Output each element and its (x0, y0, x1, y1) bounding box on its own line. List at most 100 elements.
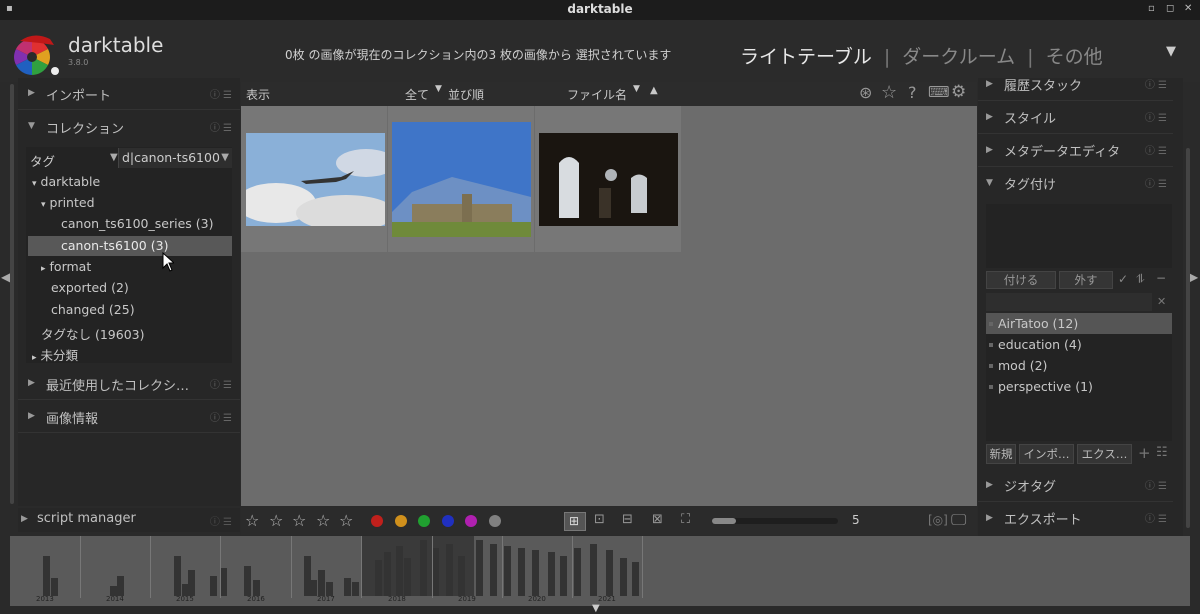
overlay-star-icon[interactable]: ☆ (881, 82, 897, 103)
filter-dropdown-icon[interactable]: ▼ (435, 84, 442, 94)
zoomable-layout-icon[interactable]: ⊡ (594, 512, 605, 527)
tag-item[interactable]: perspective (1) (986, 376, 1172, 397)
collection-query-field[interactable]: d|canon-ts6100 ▼ (118, 148, 232, 168)
minimize-icon[interactable]: ▫ (1148, 3, 1155, 14)
module-geotagging[interactable]: ▶ ジオタグ ⓘ ☰ (978, 469, 1173, 502)
new-tag-button[interactable]: 新規 (986, 444, 1016, 464)
module-collection[interactable]: ▼ コレクション ⓘ ☰ (18, 111, 240, 143)
module-recent-collections[interactable]: ▶ 最近使用したコレクシ… ⓘ ☰ (18, 368, 240, 400)
sort-tags-icon[interactable]: ⥮ (1136, 272, 1145, 287)
lighttable-grid[interactable] (241, 106, 977, 506)
module-metadata-editor[interactable]: ▶ メタデータエディタ ⓘ ☰ (978, 134, 1173, 167)
star-3-icon[interactable]: ☆ (292, 511, 306, 530)
zoom-value[interactable]: 5 (852, 513, 860, 527)
thumbnail-cell[interactable] (535, 106, 681, 252)
import-tags-button[interactable]: インポ… (1019, 444, 1074, 464)
grouping-icon[interactable]: ⊛ (859, 83, 872, 102)
star-1-icon[interactable]: ☆ (245, 511, 259, 530)
collapse-tags-icon[interactable]: − (1156, 271, 1166, 285)
thumbnail-jet[interactable] (246, 133, 385, 226)
sort-field-dropdown[interactable]: ファイル名 (567, 86, 627, 103)
reset-icon[interactable]: ⓘ ☰ (1145, 477, 1167, 492)
hide-implicit-icon[interactable]: ✓ (1118, 272, 1128, 286)
thumbnail-interior[interactable] (539, 133, 678, 226)
module-image-info[interactable]: ▶ 画像情報 ⓘ ☰ (18, 401, 240, 433)
tree-item-untagged[interactable]: タグなし (19603) (41, 324, 145, 343)
attach-button[interactable]: 付ける (986, 271, 1056, 289)
module-tagging[interactable]: ▼ タグ付け ⓘ ☰ (978, 167, 1173, 200)
tag-item[interactable]: AirTatoo (12) (986, 313, 1172, 334)
tag-item[interactable]: education (4) (986, 334, 1172, 355)
tag-entry-input[interactable] (986, 293, 1152, 311)
preferences-icon[interactable]: ⚙ (951, 82, 966, 102)
toggle-tree-icon[interactable]: ☷ (1156, 445, 1168, 460)
maximize-icon[interactable]: ◻ (1166, 3, 1174, 14)
module-script-manager[interactable]: ▶ script manager ⓘ ☰ (18, 508, 240, 532)
color-label-red-icon[interactable] (371, 515, 383, 527)
thumbnail-cell[interactable] (388, 106, 534, 252)
tree-item-exported[interactable]: exported (2) (51, 280, 129, 295)
left-scrollbar[interactable] (10, 84, 14, 504)
right-scrollbar[interactable] (1186, 148, 1190, 528)
display-profile-icon[interactable]: 🖵 (951, 510, 966, 530)
star-5-icon[interactable]: ☆ (339, 511, 353, 530)
right-panel-toggle-icon[interactable]: ▶ (1189, 270, 1198, 284)
reset-icon[interactable]: ⓘ ☰ (210, 409, 232, 424)
zoom-slider[interactable] (712, 518, 838, 524)
property-dropdown-icon[interactable]: ▼ (110, 152, 118, 163)
reset-icon[interactable]: ⓘ ☰ (1145, 76, 1167, 91)
star-4-icon[interactable]: ☆ (316, 511, 330, 530)
view-lighttable[interactable]: ライトテーブル (740, 46, 872, 68)
collection-property-label[interactable]: タグ (30, 151, 55, 170)
shortcuts-icon[interactable]: ⌨ (928, 83, 950, 101)
clear-entry-icon[interactable]: ✕ (1157, 295, 1166, 308)
view-other[interactable]: その他 (1046, 46, 1103, 68)
reset-icon[interactable]: ⓘ ☰ (210, 86, 232, 101)
tree-item-canon-ts6100-series[interactable]: canon_ts6100_series (3) (61, 216, 213, 231)
star-2-icon[interactable]: ☆ (269, 511, 283, 530)
reset-icon[interactable]: ⓘ ☰ (1145, 175, 1167, 190)
module-history-stack[interactable]: ▶ 履歴スタック ⓘ ☰ (978, 68, 1173, 101)
thumbnail-cell[interactable] (241, 106, 387, 252)
filter-dropdown[interactable]: 全て (405, 86, 429, 103)
tree-item-changed[interactable]: changed (25) (51, 302, 135, 317)
reset-icon[interactable]: ⓘ ☰ (210, 119, 232, 134)
toggle-suggestion-icon[interactable]: + (1138, 444, 1151, 462)
bottom-panel-toggle-icon[interactable]: ▼ (592, 603, 600, 614)
preview-icon[interactable]: ⛶ (681, 512, 690, 527)
reset-icon[interactable]: ⓘ ☰ (210, 513, 232, 528)
tree-item-uncategorized[interactable]: ▸ 未分類 (32, 345, 78, 364)
focus-peaking-icon[interactable]: [◎] (928, 513, 948, 527)
view-darkroom[interactable]: ダークルーム (902, 46, 1015, 68)
export-tags-button[interactable]: エクス… (1077, 444, 1132, 464)
module-styles[interactable]: ▶ スタイル ⓘ ☰ (978, 101, 1173, 134)
color-label-green-icon[interactable] (418, 515, 430, 527)
culling-fixed-icon[interactable]: ⊟ (622, 512, 633, 527)
view-dropdown-icon[interactable]: ▼ (1166, 44, 1176, 59)
reset-icon[interactable]: ⓘ ☰ (1145, 109, 1167, 124)
tree-item-format[interactable]: ▸ format (41, 259, 91, 274)
help-icon[interactable]: ? (908, 83, 917, 102)
tree-item-canon-ts6100[interactable]: canon-ts6100 (3) (61, 238, 168, 253)
thumbnail-abbey[interactable] (392, 122, 531, 237)
color-label-gray-icon[interactable] (488, 515, 501, 527)
query-dropdown-icon[interactable]: ▼ (221, 152, 229, 163)
tag-item[interactable]: mod (2) (986, 355, 1172, 376)
reset-icon[interactable]: ⓘ ☰ (1145, 510, 1167, 525)
tree-item-darktable[interactable]: ▾ darktable (32, 174, 100, 189)
filemanager-layout-icon[interactable]: ⊞ (564, 512, 586, 531)
culling-dynamic-icon[interactable]: ⊠ (652, 512, 663, 527)
reset-icon[interactable]: ⓘ ☰ (210, 376, 232, 391)
module-import[interactable]: ▶ インポート ⓘ ☰ (18, 78, 240, 110)
sort-dropdown-icon[interactable]: ▼ (633, 84, 640, 94)
tree-item-printed[interactable]: ▾ printed (41, 195, 95, 210)
color-label-blue-icon[interactable] (441, 515, 454, 527)
attached-tags-list[interactable] (986, 204, 1172, 268)
color-label-yellow-icon[interactable] (394, 515, 407, 527)
close-icon[interactable]: ✕ (1184, 3, 1192, 14)
reset-icon[interactable]: ⓘ ☰ (1145, 142, 1167, 157)
left-panel-toggle-icon[interactable]: ◀ (1, 270, 10, 284)
module-export[interactable]: ▶ エクスポート ⓘ ☰ (978, 502, 1173, 535)
detach-button[interactable]: 外す (1059, 271, 1113, 289)
color-label-purple-icon[interactable] (465, 515, 477, 527)
